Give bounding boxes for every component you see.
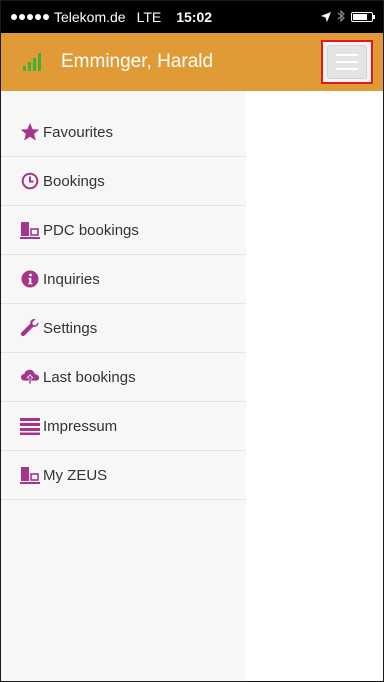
- cloud-upload-icon: [20, 367, 40, 387]
- status-bar: Telekom.de LTE 15:02: [1, 1, 383, 33]
- location-arrow-icon: [321, 9, 331, 25]
- zeus-icon: [20, 465, 40, 485]
- list-icon: [20, 416, 40, 436]
- hamburger-menu-button[interactable]: [321, 40, 373, 84]
- menu-item-settings[interactable]: Settings: [1, 304, 246, 353]
- pdc-icon: [20, 220, 40, 240]
- user-name-title: Emminger, Harald: [61, 51, 214, 72]
- menu-item-label: Inquiries: [43, 270, 100, 288]
- hamburger-icon: [327, 45, 367, 79]
- side-menu: Favourites Bookings PDC bookings Inquiri…: [1, 91, 246, 681]
- bluetooth-icon: [337, 9, 345, 25]
- status-left: Telekom.de LTE 15:02: [11, 9, 212, 25]
- network-type: LTE: [136, 9, 162, 25]
- menu-item-label: PDC bookings: [43, 221, 139, 239]
- signal-dots-icon: [11, 14, 49, 20]
- app-header: Emminger, Harald: [1, 33, 383, 91]
- menu-item-my-zeus[interactable]: My ZEUS: [1, 451, 246, 500]
- carrier-name: Telekom.de: [54, 9, 126, 25]
- clock-icon: [20, 171, 40, 191]
- star-icon: [20, 122, 40, 142]
- menu-item-label: Last bookings: [43, 368, 136, 386]
- status-right: [321, 9, 375, 25]
- menu-item-label: My ZEUS: [43, 466, 108, 484]
- menu-item-label: Bookings: [43, 172, 105, 190]
- menu-item-bookings[interactable]: Bookings: [1, 157, 246, 206]
- menu-item-last-bookings[interactable]: Last bookings: [1, 353, 246, 402]
- menu-item-impressum[interactable]: Impressum: [1, 402, 246, 451]
- menu-item-label: Settings: [43, 319, 98, 337]
- menu-item-label: Impressum: [43, 417, 118, 435]
- signal-strength-icon: [23, 53, 41, 71]
- menu-item-favourites[interactable]: Favourites: [1, 108, 246, 157]
- wrench-icon: [20, 318, 40, 338]
- menu-item-label: Favourites: [43, 123, 114, 141]
- battery-icon: [351, 12, 375, 22]
- info-icon: [20, 269, 40, 289]
- app-frame: Telekom.de LTE 15:02 Emminger, Harald Fa…: [0, 0, 384, 682]
- menu-item-pdc-bookings[interactable]: PDC bookings: [1, 206, 246, 255]
- menu-item-inquiries[interactable]: Inquiries: [1, 255, 246, 304]
- clock-time: 15:02: [176, 9, 213, 25]
